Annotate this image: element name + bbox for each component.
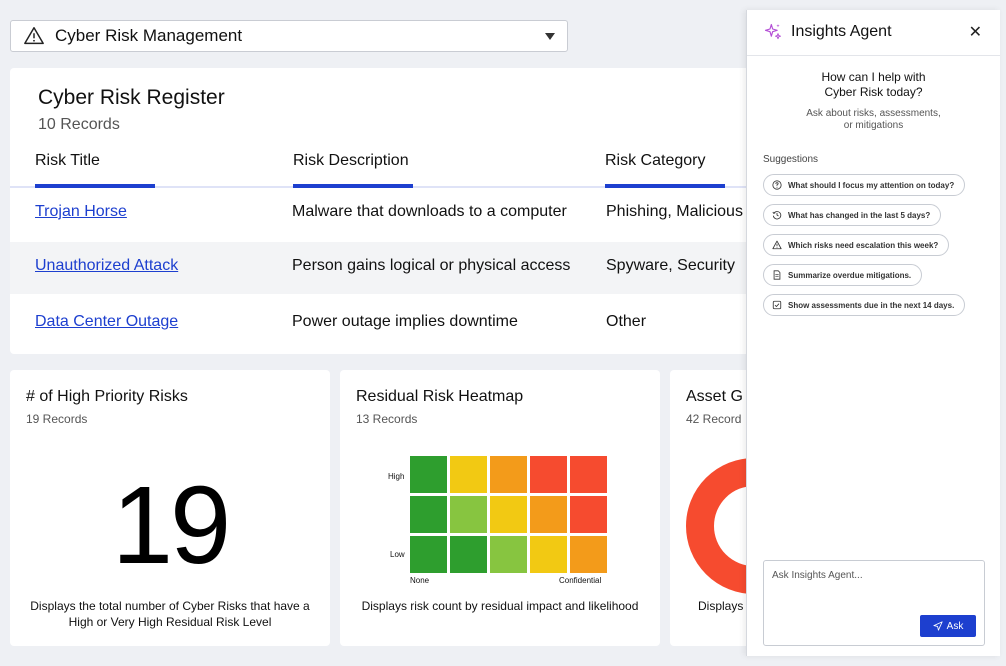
input-placeholder: Ask Insights Agent... bbox=[772, 570, 863, 581]
suggestion-label: Show assessments due in the next 14 days… bbox=[788, 300, 955, 310]
heatmap-cell[interactable] bbox=[530, 456, 567, 493]
ask-button-label: Ask bbox=[946, 620, 964, 632]
suggestions-heading: Suggestions bbox=[763, 154, 819, 165]
risk-description: Power outage implies downtime bbox=[292, 313, 518, 330]
document-icon bbox=[773, 270, 781, 280]
question-icon bbox=[772, 180, 782, 190]
risk-description: Person gains logical or physical access bbox=[292, 257, 571, 274]
card-record-count: 42 Record bbox=[686, 412, 742, 426]
suggestion-label: What should I focus my attention on toda… bbox=[788, 180, 955, 190]
card-description: Displays the total number of Cyber Risks… bbox=[30, 599, 310, 629]
column-header-risk-title[interactable]: Risk Title bbox=[35, 152, 155, 188]
column-header-label: Risk Title bbox=[35, 152, 100, 169]
heatmap-x-label-confidential: Confidential bbox=[559, 576, 602, 585]
high-priority-value: 19 bbox=[111, 464, 231, 587]
risk-register-card: Cyber Risk Register 10 Records Risk Titl… bbox=[10, 68, 750, 354]
heatmap-x-label-none: None bbox=[410, 576, 430, 585]
module-selector[interactable]: Cyber Risk Management bbox=[10, 20, 568, 52]
heatmap-cell[interactable] bbox=[570, 496, 607, 533]
suggestion-chip[interactable]: What should I focus my attention on toda… bbox=[763, 174, 966, 196]
subtitle-line: or mitigations bbox=[843, 120, 904, 131]
heatmap-cell[interactable] bbox=[570, 536, 607, 573]
high-priority-risks-card[interactable]: # of High Priority Risks 19 Records 19 D… bbox=[10, 370, 330, 646]
register-title: Cyber Risk Register bbox=[38, 86, 225, 109]
module-selector-label: Cyber Risk Management bbox=[55, 26, 243, 45]
warning-icon bbox=[772, 240, 782, 250]
column-header-label: Risk Description bbox=[293, 152, 409, 169]
table-row[interactable]: Data Center Outage Power outage implies … bbox=[10, 298, 750, 350]
suggestion-chip[interactable]: Which risks need escalation this week? bbox=[763, 234, 950, 256]
register-count: 10 Records bbox=[38, 116, 120, 133]
suggestion-label: Which risks need escalation this week? bbox=[788, 240, 939, 250]
heatmap-cell[interactable] bbox=[410, 496, 447, 533]
card-title: # of High Priority Risks bbox=[26, 388, 188, 405]
close-icon[interactable]: ✕ bbox=[969, 22, 982, 42]
greeting-line: Cyber Risk today? bbox=[824, 85, 923, 99]
card-record-count: 19 Records bbox=[26, 412, 88, 426]
heatmap-cell[interactable] bbox=[570, 456, 607, 493]
risk-title-link[interactable]: Trojan Horse bbox=[35, 203, 127, 221]
heatmap-cell[interactable] bbox=[450, 456, 487, 493]
column-header-risk-category[interactable]: Risk Category bbox=[605, 152, 725, 188]
heatmap-cell[interactable] bbox=[410, 456, 447, 493]
suggestion-chip[interactable]: Show assessments due in the next 14 days… bbox=[763, 294, 966, 316]
suggestion-label: What has changed in the last 5 days? bbox=[788, 210, 931, 220]
history-icon bbox=[772, 211, 782, 220]
warning-icon bbox=[24, 27, 44, 45]
table-row[interactable]: Unauthorized Attack Person gains logical… bbox=[10, 242, 750, 294]
chevron-down-icon[interactable] bbox=[545, 32, 555, 40]
risk-title-link[interactable]: Data Center Outage bbox=[35, 313, 178, 331]
risk-title-link[interactable]: Unauthorized Attack bbox=[35, 257, 178, 275]
subtitle-line: Ask about risks, assessments, bbox=[806, 108, 941, 119]
risk-description: Malware that downloads to a computer bbox=[292, 203, 567, 220]
table-row[interactable]: Trojan Horse Malware that downloads to a… bbox=[10, 188, 750, 240]
heatmap-cell[interactable] bbox=[490, 456, 527, 493]
agent-question-input[interactable]: Ask Insights Agent... Ask bbox=[763, 560, 985, 646]
suggestion-label: Summarize overdue mitigations. bbox=[788, 270, 912, 280]
risk-category: Phishing, Malicious bbox=[606, 203, 743, 220]
agent-header: Insights Agent ✕ bbox=[747, 10, 1000, 56]
ask-button[interactable]: Ask bbox=[920, 615, 976, 637]
checkbox-icon bbox=[772, 300, 782, 310]
heatmap-cell[interactable] bbox=[490, 496, 527, 533]
agent-title: Insights Agent bbox=[791, 23, 892, 40]
card-title: Residual Risk Heatmap bbox=[356, 388, 524, 405]
insights-agent-panel: Insights Agent ✕ How can I help with Cyb… bbox=[746, 10, 1000, 656]
heatmap-cell[interactable] bbox=[450, 496, 487, 533]
column-header-risk-description[interactable]: Risk Description bbox=[293, 152, 413, 188]
suggestion-chip[interactable]: What has changed in the last 5 days? bbox=[763, 204, 942, 226]
heatmap-cell[interactable] bbox=[450, 536, 487, 573]
card-title: Asset G bbox=[686, 388, 743, 405]
risk-category: Spyware, Security bbox=[606, 257, 735, 274]
column-header-label: Risk Category bbox=[605, 152, 706, 169]
card-record-count: 13 Records bbox=[356, 412, 418, 426]
table-header: Risk Title Risk Description Risk Categor… bbox=[10, 150, 750, 188]
heatmap-cell[interactable] bbox=[530, 496, 567, 533]
greeting-line: How can I help with bbox=[821, 70, 926, 84]
heatmap-y-label-high: High bbox=[388, 472, 405, 481]
sparkle-icon bbox=[764, 23, 781, 40]
suggestion-chip[interactable]: Summarize overdue mitigations. bbox=[763, 264, 923, 286]
risk-category: Other bbox=[606, 313, 647, 330]
heatmap-y-label-low: Low bbox=[390, 550, 405, 559]
residual-risk-heatmap-card[interactable]: Residual Risk Heatmap 13 Records High Lo… bbox=[340, 370, 660, 646]
heatmap-cell[interactable] bbox=[530, 536, 567, 573]
heatmap-cell[interactable] bbox=[410, 536, 447, 573]
heatmap-cell[interactable] bbox=[490, 536, 527, 573]
send-icon bbox=[933, 621, 943, 631]
agent-greeting: How can I help with Cyber Risk today? bbox=[747, 70, 1000, 100]
card-description: Displays risk count by residual impact a… bbox=[361, 599, 639, 613]
agent-greeting-subtitle: Ask about risks, assessments, or mitigat… bbox=[747, 108, 1000, 132]
